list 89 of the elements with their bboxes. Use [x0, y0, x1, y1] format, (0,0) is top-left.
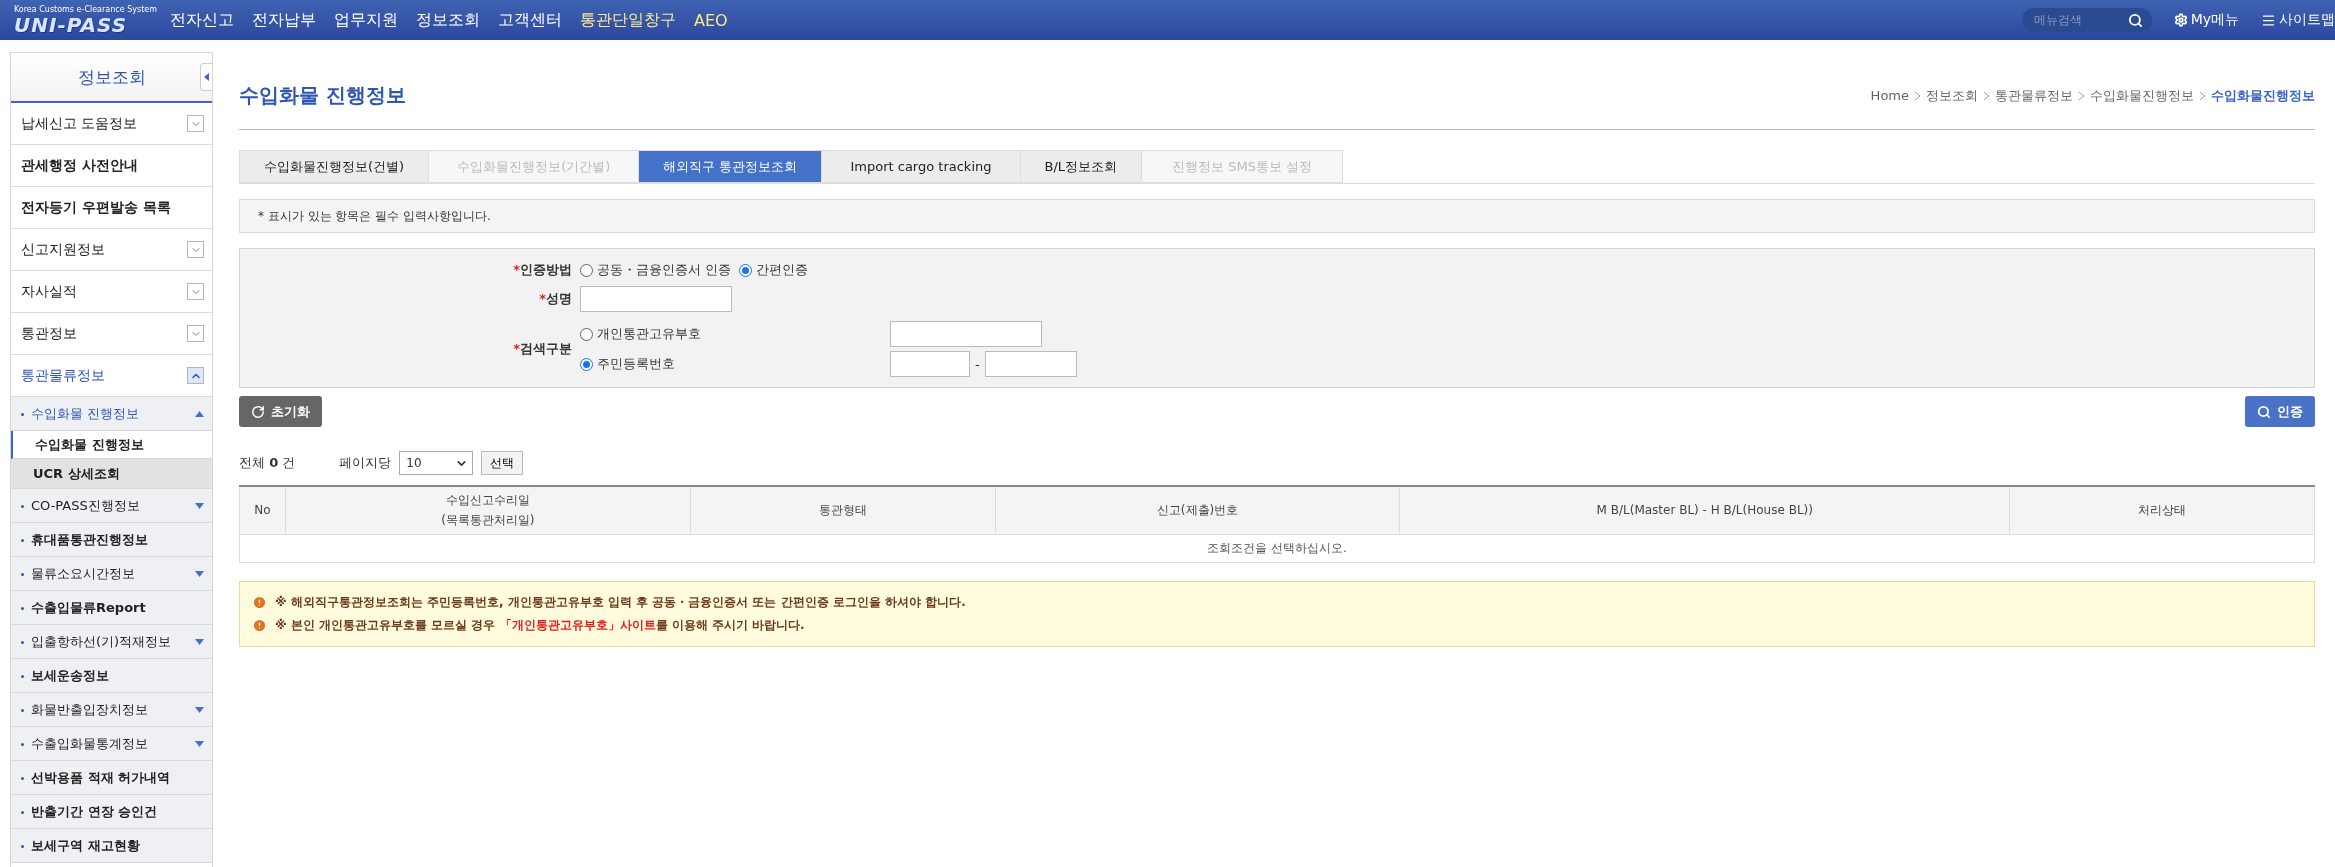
- sidebar-subitem[interactable]: 선박용품 적재 허가내역: [11, 761, 212, 795]
- notice-text: ※ 본인 개인통관고유부호를 모르실 경우 「개인통관고유부호」사이트를 이용해 주시기 바랍니다.: [275, 616, 805, 634]
- nav-link[interactable]: 전자납부: [252, 9, 316, 31]
- select-button[interactable]: 선택: [481, 451, 524, 475]
- chevron-right-icon: [1984, 91, 1989, 100]
- nav-link[interactable]: 통관단일창구: [580, 9, 676, 31]
- toggle-button[interactable]: [187, 115, 204, 132]
- sidebar-subitem[interactable]: 보세운송정보: [11, 659, 212, 693]
- toggle-button[interactable]: [187, 241, 204, 258]
- field-label: *검색구분: [512, 340, 573, 358]
- logo-caption: Korea Customs e-Clearance System: [14, 4, 158, 14]
- caret-down-icon: [195, 638, 204, 645]
- caret-down-icon: [195, 502, 204, 509]
- notice-text: ※ 해외직구통관정보조회는 주민등록번호, 개인통관고유부호 입력 후 공동・금융인증서 또는 간편인증 로그인을 하셔야 합니다.: [275, 593, 966, 611]
- nav-link[interactable]: 전자신고: [170, 9, 234, 31]
- search-icon: [2257, 404, 2271, 419]
- warning-icon: [252, 594, 267, 610]
- column-header: M B/L(Master BL) - H B/L(House BL)): [1399, 486, 2010, 534]
- chevron-right-icon: [2200, 91, 2205, 100]
- refresh-icon: [251, 404, 265, 419]
- menu-icon: [2261, 12, 2276, 28]
- site-link[interactable]: 「개인통관고유부호」사이트: [499, 617, 656, 632]
- empty-message: 조회조건을 선택하십시오.: [239, 534, 2315, 562]
- column-header: No: [239, 486, 286, 534]
- sitemap-link[interactable]: 사이트맵: [2261, 11, 2335, 29]
- sidebar-subitem[interactable]: 수입화물 진행정보: [11, 397, 212, 431]
- toggle-button[interactable]: [187, 283, 204, 300]
- logo[interactable]: UNI-PASS: [14, 13, 164, 36]
- authenticate-button[interactable]: 인증: [2245, 396, 2315, 427]
- sidebar-subitem[interactable]: 입출항하선(기)적재정보: [11, 625, 212, 659]
- breadcrumb-link[interactable]: 정보조회: [1926, 86, 1978, 105]
- caret-left-icon: [204, 73, 209, 81]
- search-icon: [2127, 13, 2143, 28]
- nav-link[interactable]: AEO: [694, 10, 728, 30]
- warning-icon: [252, 617, 267, 633]
- tab[interactable]: 수입화물진행정보(건별): [239, 150, 430, 183]
- radio-option[interactable]: 주민등록번호: [580, 355, 890, 373]
- column-header: 처리상태: [2009, 486, 2315, 534]
- sidebar-subitem[interactable]: 화물반출입장치정보: [11, 693, 212, 727]
- input-field[interactable]: [890, 321, 1042, 347]
- input-field[interactable]: [890, 351, 970, 377]
- sidebar-link[interactable]: UCR 상세조회: [11, 459, 212, 489]
- sidebar-subitem[interactable]: 물류소요시간정보: [11, 557, 212, 591]
- page-title: 수입화물 진행정보: [239, 82, 406, 109]
- field-label: *인증방법: [512, 261, 573, 279]
- my-menu-link[interactable]: My메뉴: [2173, 11, 2239, 29]
- column-header: 수입신고수리일 (목록통관처리일): [285, 486, 691, 534]
- sidebar-subitem[interactable]: CO-PASS진행정보: [11, 489, 212, 523]
- reset-button[interactable]: 초기화: [239, 396, 322, 427]
- sidebar-subitem[interactable]: 휴대품통관진행정보: [11, 523, 212, 557]
- tab[interactable]: Import cargo tracking: [822, 150, 1021, 183]
- nav-link[interactable]: 업무지원: [334, 9, 398, 31]
- input-field[interactable]: [984, 351, 1077, 377]
- chevron-right-icon: [2079, 91, 2084, 100]
- per-page-select[interactable]: 10: [399, 451, 474, 475]
- radio-option[interactable]: 공동・금융인증서 인증: [580, 261, 732, 279]
- dash-separator: -: [975, 356, 980, 372]
- sidebar-subitem[interactable]: 반출기간 연장 승인건: [11, 795, 212, 829]
- gear-icon: [2173, 13, 2188, 27]
- name-input[interactable]: [580, 286, 732, 312]
- breadcrumb-link[interactable]: 통관물류정보: [1995, 86, 2073, 105]
- toggle-button[interactable]: [187, 325, 204, 342]
- menu-search-field[interactable]: 메뉴검색: [2021, 8, 2152, 32]
- caret-up-icon: [195, 410, 204, 417]
- collapse-sidebar-button[interactable]: [200, 63, 212, 91]
- nav-link[interactable]: 고객센터: [498, 9, 562, 31]
- radio-option[interactable]: 간편인증: [739, 261, 809, 279]
- nav-link[interactable]: 정보조회: [416, 9, 480, 31]
- radio-option[interactable]: 개인통관고유부호: [580, 325, 890, 343]
- breadcrumb-link[interactable]: Home: [1870, 88, 1909, 103]
- sidebar-link[interactable]: 수입화물 진행정보: [11, 431, 212, 459]
- per-page-label: 페이지당: [339, 454, 392, 472]
- toggle-button[interactable]: [187, 367, 204, 384]
- sidebar-subitem[interactable]: 보세구역 재고현황: [11, 829, 212, 863]
- caret-down-icon: [195, 706, 204, 713]
- column-header: 통관형태: [690, 486, 996, 534]
- caret-down-icon: [195, 570, 204, 577]
- sidebar-subitem[interactable]: 수출입물류Report: [11, 591, 212, 625]
- tab[interactable]: 해외직구 통관정보조회: [639, 150, 823, 183]
- breadcrumb-link[interactable]: 수입화물진행정보: [2090, 86, 2194, 105]
- field-label: *성명: [538, 290, 573, 308]
- breadcrumb-link[interactable]: 수입화물진행정보: [2211, 86, 2315, 105]
- result-count: 전체 0 건: [239, 454, 296, 472]
- caret-down-icon: [195, 740, 204, 747]
- sidebar-subitem[interactable]: 수출입화물통계정보: [11, 727, 212, 761]
- tab[interactable]: B/L정보조회: [1020, 150, 1143, 183]
- column-header: 신고(제출)번호: [995, 486, 1400, 534]
- chevron-right-icon: [1915, 91, 1920, 100]
- required-notice: * 표시가 있는 항목은 필수 입력사항입니다.: [239, 199, 2315, 233]
